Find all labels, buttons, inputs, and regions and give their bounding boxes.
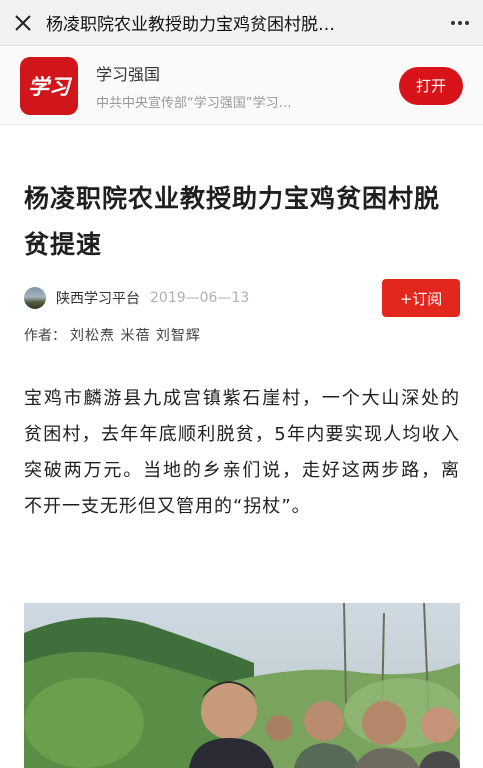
app-name: 学习强国	[96, 64, 161, 84]
app-info: 学习强国 中共中央宣传部“学习强国”学习…	[96, 61, 399, 111]
photo-image	[24, 603, 460, 768]
app-download-banner: 学习 学习强国 中共中央宣传部“学习强国”学习… 打开	[0, 47, 483, 125]
author-names: 刘松焘 米蓓 刘智辉	[70, 328, 201, 344]
source-avatar[interactable]	[24, 287, 46, 309]
article-meta: 陕西学习平台 2019—06—13 +订阅	[24, 279, 460, 317]
author-line: 作者： 刘松焘 米蓓 刘智辉	[24, 325, 201, 345]
subscribe-button[interactable]: +订阅	[382, 279, 460, 317]
more-icon-dot	[465, 20, 469, 25]
article-photo[interactable]	[24, 603, 460, 768]
article-title: 杨凌职院农业教授助力宝鸡贫困村脱贫提速	[24, 184, 441, 259]
close-button[interactable]	[0, 0, 46, 46]
open-app-button[interactable]: 打开	[399, 66, 463, 105]
app-description: 中共中央宣传部“学习强国”学习…	[96, 95, 292, 111]
publish-date: 2019—06—13	[150, 290, 250, 306]
page-title: 杨凌职院农业教授助力宝鸡贫困村脱…	[46, 15, 335, 35]
more-button[interactable]	[437, 0, 483, 46]
author-prefix: 作者：	[24, 328, 66, 344]
close-icon	[15, 14, 31, 31]
top-nav-bar: 杨凌职院农业教授助力宝鸡贫困村脱…	[0, 0, 483, 46]
more-icon-dot	[458, 20, 462, 25]
more-icon-dot	[451, 20, 455, 25]
article-paragraph: 宝鸡市麟游县九成宫镇紫石崖村，一个大山深处的贫困村，去年年底顺利脱贫，5年内要实…	[24, 388, 460, 517]
source-name[interactable]: 陕西学习平台	[56, 288, 140, 308]
app-logo: 学习	[20, 56, 78, 115]
